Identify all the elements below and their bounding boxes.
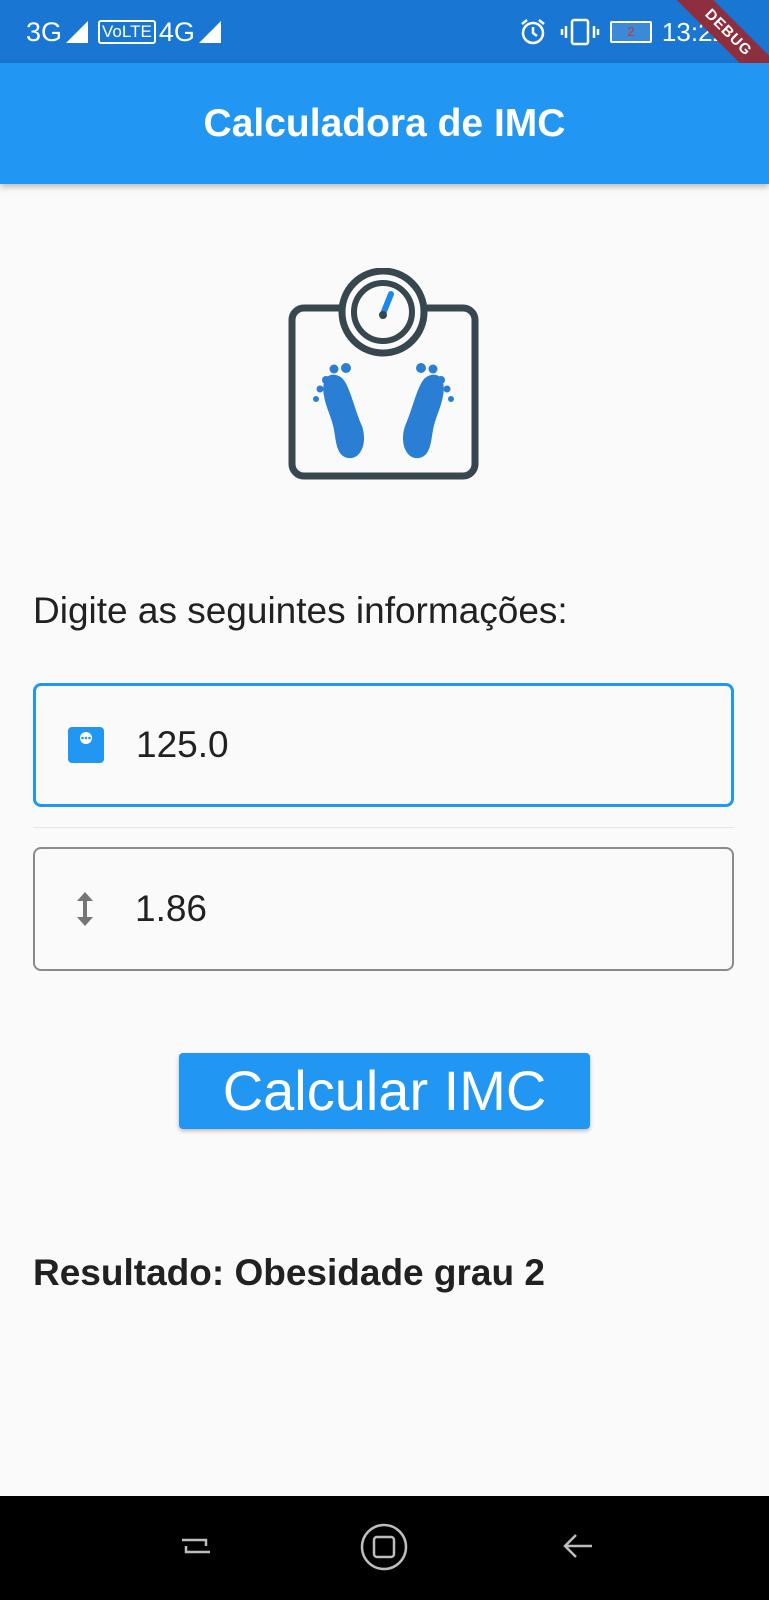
recents-nav-icon[interactable] xyxy=(176,1526,216,1566)
volte-badge: VoLTE xyxy=(98,20,156,44)
scale-small-icon xyxy=(66,726,106,764)
divider xyxy=(33,827,734,828)
alarm-icon xyxy=(521,19,545,45)
calculate-imc-button[interactable]: Calcular IMC xyxy=(179,1053,590,1129)
signal-icon-2 xyxy=(198,21,221,43)
status-bar: 3G VoLTE 4G 2 13:22 DEBUG xyxy=(0,0,769,63)
weight-input[interactable] xyxy=(134,723,638,767)
back-nav-icon[interactable] xyxy=(558,1526,598,1566)
vibrate-icon xyxy=(560,18,600,46)
height-input[interactable] xyxy=(133,887,637,931)
signal-icon xyxy=(66,21,89,43)
network-type-4g: 4G xyxy=(158,16,195,47)
app-bar: Calculadora de IMC xyxy=(0,63,769,184)
network-type-3g: 3G xyxy=(26,16,63,47)
result-text: Resultado: Obesidade grau 2 xyxy=(33,1252,545,1293)
network-indicators: 3G VoLTE 4G xyxy=(26,14,231,50)
height-field[interactable] xyxy=(33,847,734,971)
bathroom-scale-icon xyxy=(288,268,479,480)
app-title: Calculadora de IMC xyxy=(203,101,566,145)
home-nav-icon[interactable] xyxy=(359,1522,409,1572)
instructions-label: Digite as seguintes informações: xyxy=(33,590,568,631)
vertical-arrows-icon xyxy=(65,889,105,929)
weight-field[interactable] xyxy=(33,683,734,807)
battery-icon: 2 xyxy=(609,21,652,43)
navigation-bar xyxy=(0,1496,769,1600)
